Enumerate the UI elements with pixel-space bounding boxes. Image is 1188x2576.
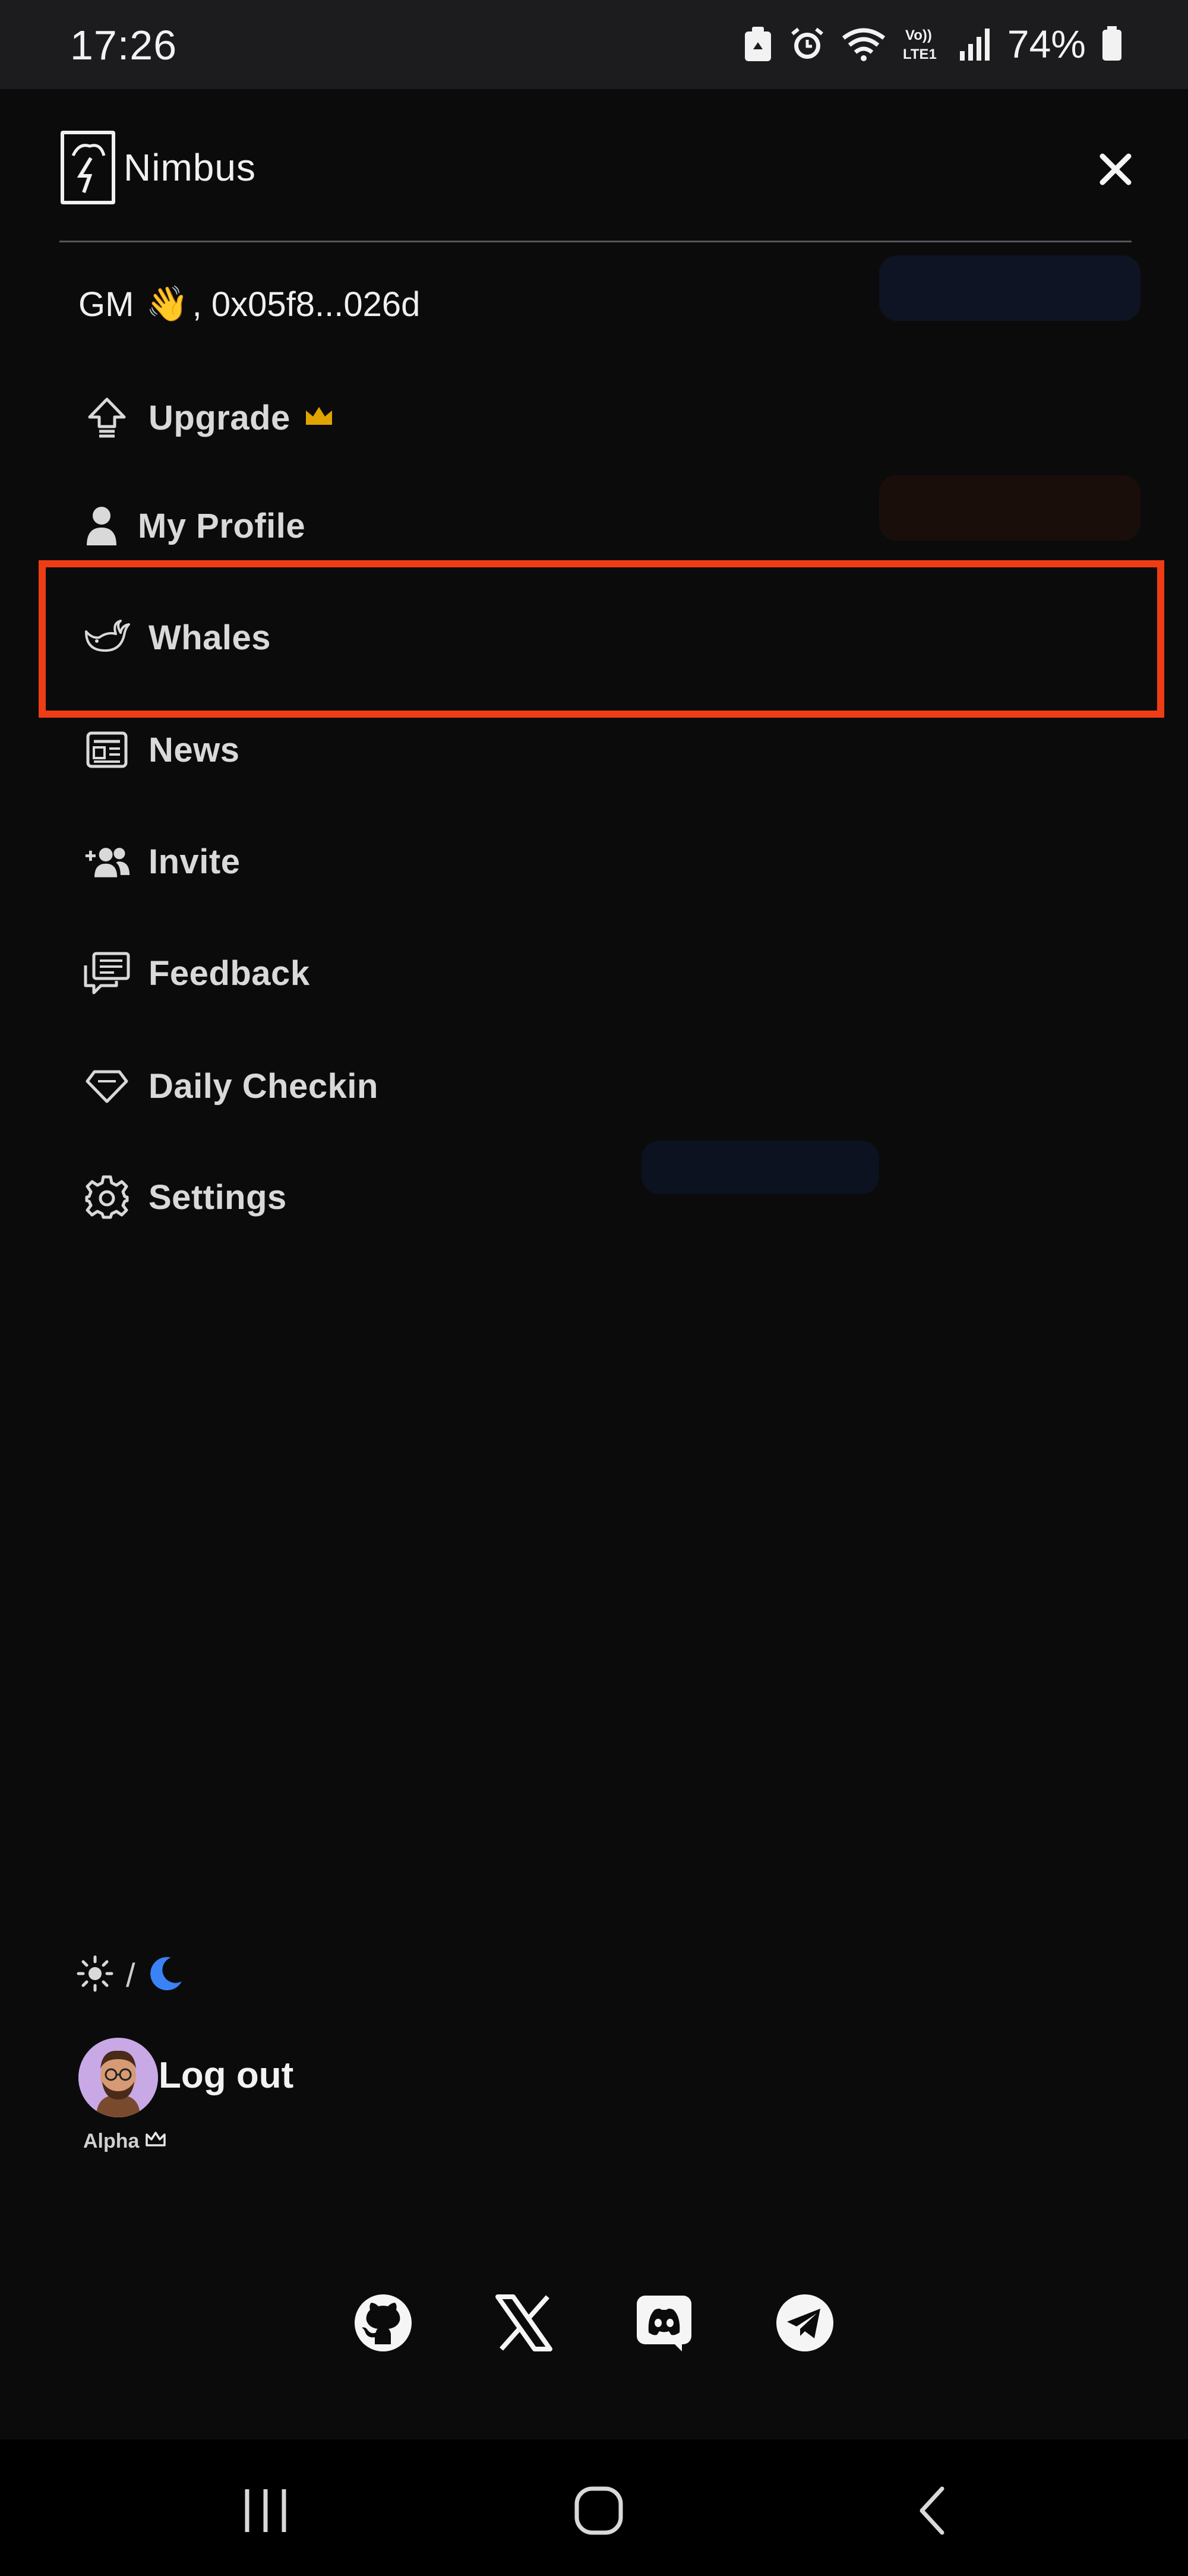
close-button[interactable]: [1092, 146, 1139, 193]
github-link[interactable]: [350, 2290, 416, 2356]
background-ghost-button: [879, 475, 1140, 541]
gear-icon: [83, 1173, 131, 1221]
user-tier: Alpha: [83, 2130, 166, 2153]
user-icon: [83, 502, 120, 550]
menu-label-invite: Invite: [148, 842, 241, 881]
recycle-notification-icon: [742, 26, 773, 62]
discord-link[interactable]: [631, 2290, 697, 2356]
telegram-link[interactable]: [772, 2290, 838, 2356]
theme-toggle: /: [76, 1955, 184, 1996]
status-bar: 17:26 Vo)) LTE1 74%: [0, 0, 1188, 89]
volte-lte-icon: Vo)) LTE1: [902, 24, 943, 64]
menu-item-settings[interactable]: Settings: [83, 1164, 287, 1230]
avatar[interactable]: [78, 2038, 158, 2117]
menu-label-daily-checkin: Daily Checkin: [148, 1066, 378, 1106]
x-icon: [495, 2294, 552, 2351]
menu-label-my-profile: My Profile: [138, 506, 306, 545]
home-button[interactable]: [560, 2472, 637, 2549]
menu-item-feedback[interactable]: Feedback: [83, 940, 310, 1006]
crown-icon: [304, 405, 334, 431]
menu-item-daily-checkin[interactable]: Daily Checkin: [83, 1053, 378, 1119]
logout-button[interactable]: Log out: [159, 2054, 293, 2097]
diamond-icon: [83, 1062, 131, 1110]
alarm-icon: [789, 26, 826, 62]
wifi-icon: [841, 26, 886, 62]
menu-label-settings: Settings: [148, 1177, 287, 1217]
nimbus-logo-icon: [61, 131, 115, 204]
menu-label-news: News: [148, 730, 240, 769]
recent-apps-button[interactable]: [227, 2472, 304, 2549]
menu-item-news[interactable]: News: [83, 717, 240, 782]
moon-icon[interactable]: [147, 1955, 184, 1995]
brand: Nimbus: [61, 131, 256, 204]
system-nav-bar: [0, 2439, 1188, 2576]
side-drawer: Nimbus GM 👋 , 0x05f8...026d Upgrade My P…: [0, 89, 1188, 2439]
crown-outline-icon: [145, 2130, 166, 2153]
menu-item-invite[interactable]: Invite: [83, 829, 241, 894]
svg-text:LTE1: LTE1: [903, 46, 937, 62]
recent-apps-icon: [245, 2489, 286, 2532]
header-divider: [59, 241, 1132, 242]
menu-item-my-profile[interactable]: My Profile: [83, 493, 305, 558]
waving-hand-icon: 👋: [146, 285, 189, 323]
battery-icon: [1101, 26, 1123, 62]
github-icon: [355, 2294, 412, 2351]
highlight-box-whales: [39, 560, 1164, 718]
theme-separator: /: [126, 1956, 135, 1994]
feedback-icon: [83, 949, 131, 997]
newspaper-icon: [83, 726, 131, 774]
discord-icon: [637, 2296, 692, 2351]
telegram-icon: [776, 2294, 833, 2351]
menu-item-upgrade[interactable]: Upgrade: [83, 385, 334, 450]
menu-label-feedback: Feedback: [148, 954, 310, 993]
back-icon: [920, 2486, 944, 2535]
upgrade-arrow-icon: [83, 394, 131, 441]
back-button[interactable]: [893, 2472, 970, 2549]
user-tier-label: Alpha: [83, 2130, 140, 2152]
greeting: GM 👋 , 0x05f8...026d: [78, 284, 420, 324]
social-links: [350, 2290, 838, 2356]
home-icon: [574, 2486, 623, 2535]
menu-label-upgrade: Upgrade: [148, 398, 290, 437]
brand-name: Nimbus: [124, 146, 256, 189]
wallet-address: , 0x05f8...026d: [192, 285, 421, 324]
background-ghost-button: [642, 1141, 879, 1194]
status-time: 17:26: [70, 22, 178, 68]
x-link[interactable]: [491, 2290, 557, 2356]
svg-text:Vo)): Vo)): [905, 27, 932, 43]
signal-icon: [959, 26, 992, 62]
status-icons: Vo)) LTE1 74%: [742, 20, 1123, 68]
close-icon: [1099, 153, 1132, 185]
greeting-prefix: GM: [78, 285, 134, 324]
sun-icon[interactable]: [76, 1955, 114, 1996]
add-users-icon: [83, 838, 131, 885]
battery-percent: 74%: [1007, 22, 1086, 66]
background-ghost-button: [879, 255, 1140, 321]
